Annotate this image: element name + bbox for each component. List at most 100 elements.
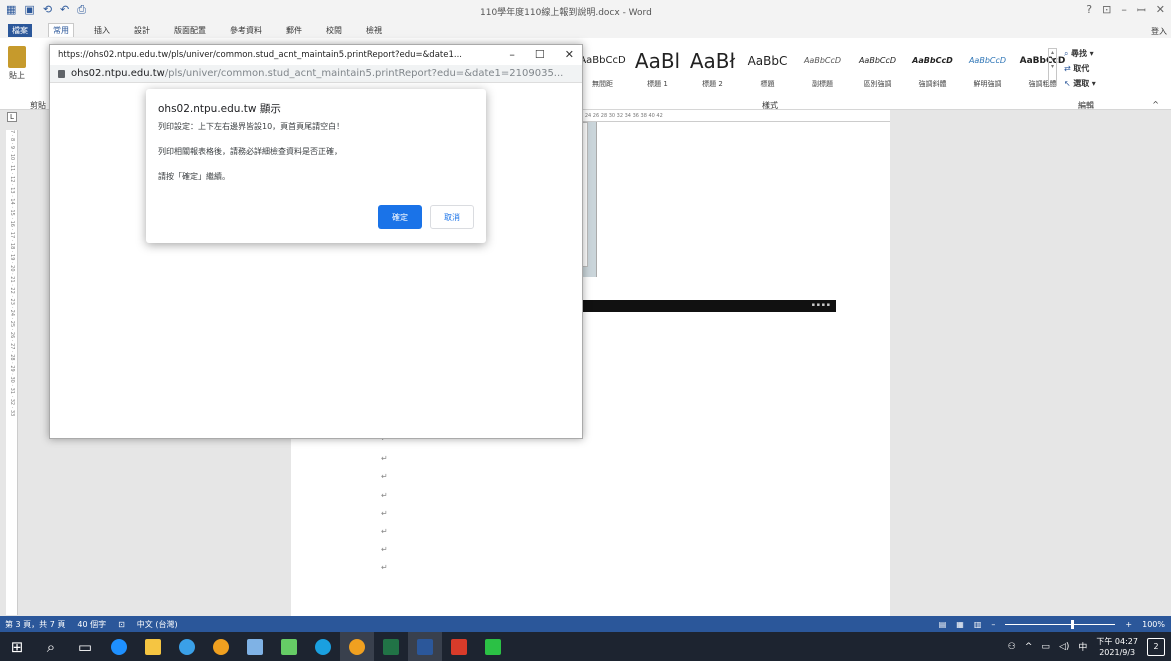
print-layout-icon[interactable]: ▦	[956, 620, 964, 629]
paragraph-mark: ↵	[381, 509, 388, 518]
lock-icon	[281, 638, 297, 655]
pen-icon	[247, 638, 263, 655]
people-icon[interactable]: ⚇	[1008, 642, 1016, 652]
collapse-ribbon-icon[interactable]: ^	[1152, 100, 1159, 109]
line-icon	[485, 638, 501, 655]
ok-button[interactable]: 確定	[378, 205, 422, 229]
cancel-button[interactable]: 取消	[430, 205, 474, 229]
tab-review[interactable]: 校閱	[322, 24, 346, 37]
style-subtle-emphasis[interactable]: AaBbCcD 區別強調	[850, 48, 905, 89]
style-name: 區別強調	[863, 80, 892, 88]
taskbar-skype[interactable]	[306, 632, 340, 661]
redo-icon[interactable]: ↶	[60, 3, 69, 17]
taskbar-word[interactable]	[408, 632, 442, 661]
notification-button[interactable]: 2	[1147, 637, 1165, 656]
ribbon-display-button[interactable]: ⊡	[1102, 3, 1111, 18]
zoom-in-button[interactable]: +	[1125, 620, 1132, 629]
browser-maximize-button[interactable]: ☐	[535, 48, 545, 61]
browser-close-button[interactable]: ✕	[565, 48, 574, 61]
zoom-out-button[interactable]: –	[991, 620, 995, 629]
chrome-icon	[349, 638, 365, 655]
start-button[interactable]: ⊞	[0, 632, 34, 661]
ribbon-tabs: 檔案 常用 插入 設計 版面配置 參考資料 郵件 校閱 檢視	[0, 22, 1171, 38]
undo-icon[interactable]: ⟲	[43, 3, 52, 17]
style-name: 標題 1	[647, 80, 668, 88]
tab-home[interactable]: 常用	[48, 23, 74, 37]
address-bar[interactable]: ohs02.ntpu.edu.tw/pls/univer/common.stud…	[50, 65, 582, 83]
tab-layout[interactable]: 版面配置	[170, 24, 210, 37]
styles-more-button[interactable]: ▴ ▾ ▾	[1048, 48, 1057, 86]
word-count[interactable]: 40 個字	[77, 619, 106, 630]
save-icon[interactable]: ▣	[24, 3, 34, 17]
network-icon[interactable]: ▭	[1041, 642, 1050, 652]
find-button[interactable]: ⌕ 尋找 ▾	[1064, 46, 1096, 61]
edge-icon	[111, 638, 127, 655]
style-sample: AaBbCcD	[912, 56, 953, 65]
tab-design[interactable]: 設計	[130, 24, 154, 37]
ime-indicator[interactable]: 中	[1078, 640, 1087, 653]
select-button[interactable]: ↖ 選取 ▾	[1064, 76, 1096, 91]
proofing-icon[interactable]: ⊡	[118, 620, 125, 629]
search-icon: ⌕	[46, 637, 56, 656]
style-name: 強調粗體	[1028, 80, 1057, 88]
quick-access-toolbar: ▦ ▣ ⟲ ↶ ⎙	[6, 3, 86, 17]
taskbar-app-pen[interactable]	[238, 632, 272, 661]
tab-view[interactable]: 檢視	[362, 24, 386, 37]
vertical-ruler[interactable]: 7 · 8 · 9 · 10 · 11 · 12 · 13 · 14 · 15 …	[6, 130, 18, 615]
taskbar-line[interactable]	[476, 632, 510, 661]
paragraph-mark: ↵	[381, 491, 388, 500]
paste-button[interactable]: 貼上	[4, 46, 30, 86]
style-strong[interactable]: AaBbCcD 強調粗體	[1015, 48, 1070, 89]
taskbar-app-lock[interactable]	[272, 632, 306, 661]
taskbar-internet-explorer[interactable]	[170, 632, 204, 661]
zoom-level[interactable]: 100%	[1142, 620, 1165, 629]
tab-selector[interactable]: L	[7, 112, 17, 122]
replace-label: 取代	[1073, 64, 1090, 73]
web-layout-icon[interactable]: ▥	[974, 620, 982, 629]
dialog-message-line-3: 請按「確定」繼續。	[158, 172, 230, 181]
search-button[interactable]: ⌕	[34, 632, 68, 661]
style-name: 無間距	[592, 80, 613, 88]
replace-button[interactable]: ⇄ 取代	[1064, 61, 1096, 76]
tab-file[interactable]: 檔案	[8, 23, 32, 37]
style-subtitle[interactable]: AaBbCcD 副標題	[795, 48, 850, 89]
tab-insert[interactable]: 插入	[90, 24, 114, 37]
sign-in-link[interactable]: 登入	[1151, 26, 1167, 37]
style-title[interactable]: AaBbC 標題	[740, 48, 795, 89]
volume-icon[interactable]: ◁)	[1059, 642, 1069, 652]
style-heading-2[interactable]: AaBł 標題 2	[685, 48, 740, 89]
clock[interactable]: 下午 04:27 2021/9/3	[1096, 636, 1138, 658]
paragraph-mark: ↵	[381, 527, 388, 536]
restore-button[interactable]: ꟷ	[1137, 3, 1146, 18]
taskbar-file-explorer[interactable]	[136, 632, 170, 661]
close-button[interactable]: ✕	[1156, 3, 1165, 18]
minimize-button[interactable]: –	[1121, 3, 1127, 18]
paragraph-mark: ↵	[381, 472, 388, 481]
help-button[interactable]: ?	[1086, 3, 1092, 18]
browser-title-bar[interactable]: https://ohs02.ntpu.edu.tw/pls/univer/com…	[50, 45, 582, 65]
style-heading-1[interactable]: AaBl 標題 1	[630, 48, 685, 89]
style-intense-emphasis[interactable]: AaBbCcD 鮮明強調	[960, 48, 1015, 89]
taskbar-edge[interactable]	[102, 632, 136, 661]
taskbar-excel[interactable]	[374, 632, 408, 661]
style-sample: AaBbCcD	[968, 56, 1007, 65]
task-view-button[interactable]: ▭	[68, 632, 102, 661]
taskbar-chrome-2[interactable]	[340, 632, 374, 661]
style-emphasis[interactable]: AaBbCcD 強調斜體	[905, 48, 960, 89]
taskbar-acrobat[interactable]	[442, 632, 476, 661]
read-mode-icon[interactable]: ▤	[939, 620, 947, 629]
zoom-slider[interactable]	[1005, 619, 1116, 629]
browser-minimize-button[interactable]: –	[509, 48, 515, 61]
style-no-spacing[interactable]: AaBbCcD 無間距	[575, 48, 630, 89]
tray-chevron-icon[interactable]: ^	[1025, 642, 1033, 652]
tab-mailings[interactable]: 郵件	[282, 24, 306, 37]
print-preview-icon[interactable]: ⎙	[77, 3, 86, 17]
paste-label: 貼上	[9, 71, 25, 80]
tab-references[interactable]: 參考資料	[226, 24, 266, 37]
taskbar-chrome-1[interactable]	[204, 632, 238, 661]
language-indicator[interactable]: 中文 (台灣)	[137, 619, 178, 630]
page-count[interactable]: 第 3 頁，共 7 頁	[5, 619, 65, 630]
editing-group: ⌕ 尋找 ▾ ⇄ 取代 ↖ 選取 ▾	[1064, 46, 1096, 91]
pdf-icon	[451, 638, 467, 655]
browser-window-controls: – ☐ ✕	[509, 48, 574, 61]
